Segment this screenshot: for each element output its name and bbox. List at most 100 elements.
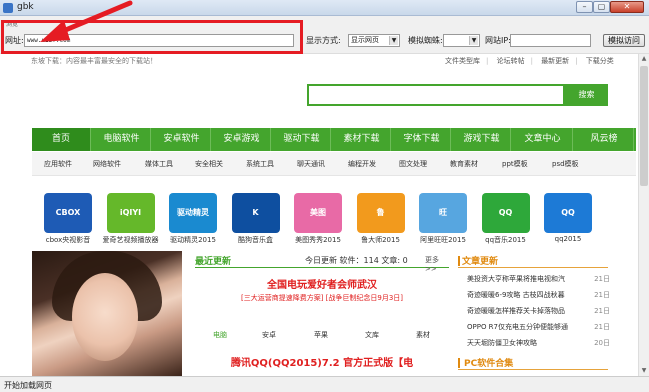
toplink[interactable]: 论坛转帖 bbox=[497, 57, 525, 65]
app-caption: qq2015 bbox=[554, 235, 582, 243]
pc-collection-title: PC软件合集 bbox=[464, 359, 514, 369]
subnav-item[interactable]: 编程开发 bbox=[348, 152, 376, 176]
chevron-down-icon: ▼ bbox=[469, 36, 478, 45]
tab-apple[interactable]: 苹果 bbox=[314, 330, 328, 340]
news-row[interactable]: 奇迹暖暖怎样推荐关卡掉落物品 21日 bbox=[467, 304, 610, 318]
tab-library[interactable]: 文库 bbox=[365, 330, 379, 340]
site-search-input[interactable] bbox=[307, 84, 565, 106]
app-tile[interactable]: 美图美图秀秀2015 bbox=[282, 181, 344, 247]
news-date: 20日 bbox=[594, 339, 610, 347]
nav-item[interactable]: 素材下载 bbox=[333, 128, 391, 151]
nav-item[interactable]: 风云榜 bbox=[575, 128, 634, 151]
main-nav: 首页 电脑软件 安卓软件 安卓游戏 驱动下载 素材下载 字体下载 游戏下载 文章中心 风云榜 bbox=[32, 128, 636, 151]
app-tile[interactable]: iQIYI 爱奇艺视频播放器 bbox=[95, 181, 159, 247]
app-tile[interactable]: QQ qq音乐2015 bbox=[470, 181, 532, 247]
tab-pc[interactable]: 电脑 bbox=[213, 330, 227, 340]
nav-item[interactable]: 游戏下载 bbox=[453, 128, 511, 151]
app-caption: 酷狗音乐盒 bbox=[238, 236, 273, 244]
news-title: 文章更新 bbox=[462, 257, 499, 267]
subnav-item[interactable]: ppt模板 bbox=[502, 152, 528, 176]
more-link[interactable]: 更多>> bbox=[425, 255, 449, 273]
nav-item[interactable]: 安卓软件 bbox=[153, 128, 211, 151]
status-bar: 开始加载网页 bbox=[0, 376, 649, 392]
close-button[interactable]: ✕ bbox=[610, 1, 644, 13]
news-row[interactable]: 奇迹暖暖6-9攻略 古枝四战秋暮 21日 bbox=[467, 288, 610, 302]
toplink[interactable]: 最新更新 bbox=[541, 57, 569, 65]
app-logo: 旺 bbox=[419, 193, 467, 233]
subheadline-links[interactable]: [三大运营商提速降费方案] [战争巨制纪念日9月3日] bbox=[195, 293, 449, 303]
nav-item[interactable]: 文章中心 bbox=[513, 128, 573, 151]
spider-select[interactable]: ▼ bbox=[443, 34, 480, 47]
app-logo: iQIYI bbox=[106, 193, 155, 233]
toplink[interactable]: 文件类型库 bbox=[445, 57, 480, 65]
minimize-button[interactable]: – bbox=[576, 1, 593, 13]
news-row[interactable]: 天天堀防僵卫女神攻略 20日 bbox=[467, 336, 610, 350]
news-row[interactable]: 美投资大亨称苹果将推电视和汽 21日 bbox=[467, 272, 610, 286]
app-logo: 驱动精灵 bbox=[169, 193, 217, 233]
web-page: 东坡下载：内容最丰富最安全的下载站！ 文件类型库 | 论坛转帖 | 最新更新 | 下载… bbox=[0, 54, 638, 376]
display-mode-value: 显示网页 bbox=[351, 36, 379, 44]
banner-photo[interactable] bbox=[32, 251, 182, 376]
nav-item[interactable]: 安卓游戏 bbox=[213, 128, 271, 151]
headline-link[interactable]: 全国电玩爱好者会师武汉 bbox=[195, 276, 449, 291]
maximize-button[interactable]: ▢ bbox=[593, 1, 610, 13]
news-date: 21日 bbox=[594, 275, 610, 283]
app-logo: QQ bbox=[544, 193, 592, 233]
nav-item[interactable]: 首页 bbox=[32, 128, 91, 151]
toplink[interactable]: 下载分类 bbox=[586, 57, 614, 65]
simulate-visit-button[interactable]: 模拟访问 bbox=[603, 34, 645, 47]
news-title-text: 美投资大亨称苹果将推电视和汽 bbox=[467, 275, 565, 283]
news-date: 21日 bbox=[594, 307, 610, 315]
subnav-item[interactable]: 应用软件 bbox=[44, 152, 72, 176]
app-icon bbox=[3, 3, 13, 13]
app-tile[interactable]: K 酷狗音乐盒 bbox=[220, 181, 282, 247]
app-logo: CBOX bbox=[44, 193, 92, 233]
ip-input[interactable] bbox=[510, 34, 591, 47]
news-date: 21日 bbox=[594, 323, 610, 331]
category-tabs: 电脑 安卓 苹果 文库 素材 bbox=[195, 330, 449, 342]
tab-material[interactable]: 素材 bbox=[416, 330, 430, 340]
app-logo: 美图 bbox=[294, 193, 342, 233]
news-title-text: 天天堀防僵卫女神攻略 bbox=[467, 339, 537, 347]
tab-android[interactable]: 安卓 bbox=[262, 330, 276, 340]
vertical-scrollbar[interactable]: ▲ ▼ bbox=[638, 54, 649, 376]
subnav-item[interactable]: psd模板 bbox=[552, 152, 579, 176]
app-tile[interactable]: CBOX cbox央视影音 bbox=[32, 181, 94, 247]
app-tile[interactable]: 旺阿里旺旺2015 bbox=[407, 181, 469, 247]
status-text: 开始加载网页 bbox=[4, 381, 52, 390]
app-tile[interactable]: 驱动精灵 驱动精灵2015 bbox=[157, 181, 219, 247]
subnav-item[interactable]: 聊天通讯 bbox=[297, 152, 325, 176]
recent-title: 最近更新 bbox=[195, 257, 232, 267]
article-updates: 文章更新 美投资大亨称苹果将推电视和汽 21日 奇迹暖暖6-9攻略 古枝四战秋暮 21… bbox=[458, 254, 610, 376]
app-logo: 鲁 bbox=[356, 193, 405, 233]
scroll-down-icon[interactable]: ▼ bbox=[639, 366, 649, 376]
spider-label: 模拟蜘蛛: bbox=[408, 36, 443, 45]
featured-apps: CBOX cbox央视影音 iQIYI 爱奇艺视频播放器 驱动精灵 驱动精灵2015 K 酷狗… bbox=[32, 181, 636, 247]
subnav-item[interactable]: 网络软件 bbox=[93, 152, 121, 176]
app-caption: qq音乐2015 bbox=[485, 236, 526, 244]
app-tile[interactable]: QQ qq2015 bbox=[532, 181, 594, 247]
nav-item[interactable]: 电脑软件 bbox=[93, 128, 151, 151]
app-caption: 美图秀秀2015 bbox=[295, 236, 341, 244]
display-mode-select[interactable]: 显示网页 ▼ bbox=[348, 34, 400, 47]
subnav-item[interactable]: 安全相关 bbox=[195, 152, 223, 176]
app-logo: K bbox=[231, 193, 280, 233]
nav-item[interactable]: 字体下载 bbox=[393, 128, 451, 151]
app-tile[interactable]: 鲁鲁大师2015 bbox=[345, 181, 407, 247]
subnav-item[interactable]: 系统工具 bbox=[246, 152, 274, 176]
subnav-item[interactable]: 教育素材 bbox=[450, 152, 478, 176]
nav-item[interactable]: 驱动下载 bbox=[273, 128, 331, 151]
recent-updates: 最近更新 今日更新 软件：114 文章: 0 更多>> 全国电玩爱好者会师武汉 … bbox=[195, 254, 449, 376]
scroll-up-icon[interactable]: ▲ bbox=[639, 54, 649, 64]
site-tagline: 东坡下载：内容最丰富最安全的下载站！ bbox=[31, 57, 157, 65]
subnav-item[interactable]: 媒体工具 bbox=[145, 152, 173, 176]
app-caption: cbox央视影音 bbox=[45, 236, 91, 244]
app-logo: QQ bbox=[481, 193, 530, 233]
top-links: 文件类型库 | 论坛转帖 | 最新更新 | 下载分类 bbox=[445, 57, 614, 65]
scroll-thumb[interactable] bbox=[640, 66, 648, 186]
news-date: 21日 bbox=[594, 291, 610, 299]
site-search-button[interactable]: 搜索 bbox=[565, 84, 608, 106]
news-row[interactable]: OPPO R7仅充电五分钟便能够通 21日 bbox=[467, 320, 610, 334]
subnav-item[interactable]: 图文处理 bbox=[399, 152, 427, 176]
featured-software-link[interactable]: 腾讯QQ(QQ2015)7.2 官方正式版【电 bbox=[195, 354, 449, 369]
